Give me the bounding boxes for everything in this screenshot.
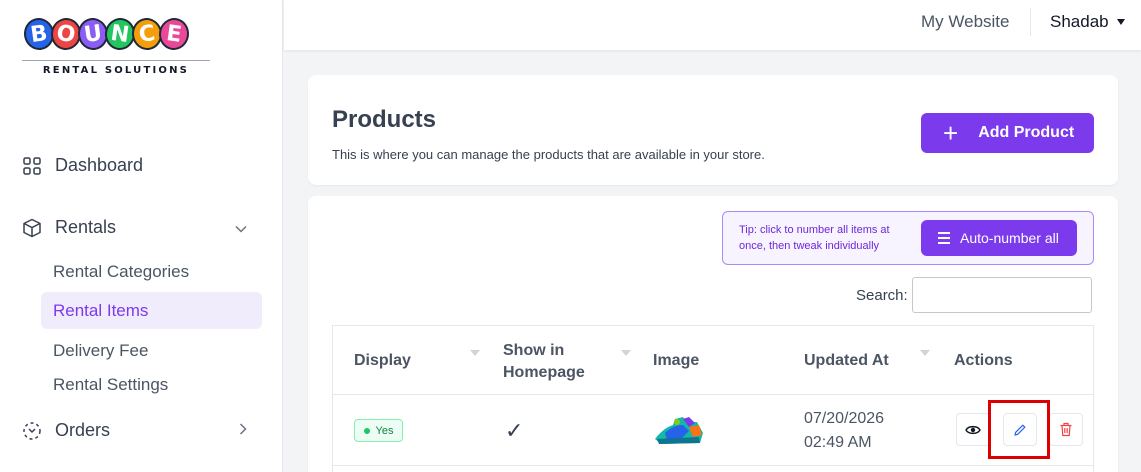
sidebar-item-label: Dashboard bbox=[55, 155, 144, 175]
display-status-badge[interactable]: Yes bbox=[354, 419, 403, 442]
logo-letter: E bbox=[156, 16, 192, 52]
my-website-link[interactable]: My Website bbox=[921, 12, 1010, 32]
sidebar-item-rentals[interactable]: Rentals bbox=[22, 217, 116, 238]
orders-icon bbox=[22, 421, 42, 441]
page-title: Products bbox=[332, 106, 437, 133]
updated-date: 07/20/2026 bbox=[804, 410, 885, 427]
sidebar-item-rental-categories[interactable]: Rental Categories bbox=[53, 262, 189, 282]
checkmark-icon: ✓ bbox=[505, 418, 524, 443]
column-header-actions: Actions bbox=[954, 352, 1013, 369]
search-input[interactable] bbox=[912, 277, 1092, 313]
column-header-image[interactable]: Image bbox=[653, 352, 699, 370]
tip-text: Tip: click to number all items at once, … bbox=[739, 224, 890, 252]
box-icon bbox=[22, 218, 42, 238]
sidebar-item-label: Orders bbox=[55, 420, 111, 440]
products-table bbox=[332, 325, 1094, 472]
column-header-show-in-homepage[interactable]: Show in Homepage bbox=[503, 340, 603, 384]
search-label: Search: bbox=[856, 287, 908, 304]
sort-icon[interactable] bbox=[920, 350, 930, 356]
header-divider bbox=[332, 394, 1094, 395]
logo-divider bbox=[22, 60, 210, 61]
view-icon bbox=[965, 425, 981, 434]
product-thumbnail bbox=[655, 417, 703, 444]
column-header-updated-at[interactable]: Updated At bbox=[804, 352, 889, 370]
grid-icon bbox=[22, 156, 42, 176]
list-icon bbox=[938, 232, 950, 244]
auto-number-button[interactable]: Auto-number all bbox=[921, 220, 1077, 256]
topbar-divider bbox=[1030, 8, 1031, 36]
plus-icon: + bbox=[943, 118, 959, 148]
user-menu[interactable]: Shadab bbox=[1050, 12, 1125, 32]
add-product-button[interactable]: + Add Product bbox=[921, 113, 1094, 153]
chevron-right-icon[interactable] bbox=[236, 422, 250, 436]
sidebar-item-delivery-fee[interactable]: Delivery Fee bbox=[53, 341, 148, 361]
sidebar-item-orders[interactable]: Orders bbox=[22, 420, 110, 441]
sidebar-item-label: Rentals bbox=[55, 217, 117, 237]
caret-down-icon bbox=[1116, 19, 1125, 25]
delete-button[interactable] bbox=[1049, 413, 1083, 446]
chevron-down-icon[interactable] bbox=[234, 222, 248, 236]
updated-time: 02:49 AM bbox=[804, 434, 872, 451]
sort-icon[interactable] bbox=[621, 350, 631, 356]
sidebar-item-dashboard[interactable]: Dashboard bbox=[22, 155, 143, 176]
sidebar-item-rental-settings[interactable]: Rental Settings bbox=[53, 375, 168, 395]
page-subtitle: This is where you can manage the product… bbox=[332, 147, 765, 162]
brand-logo[interactable]: BOUNCE RENTAL SOLUTIONS bbox=[21, 16, 210, 80]
logo-subtitle: RENTAL SOLUTIONS bbox=[42, 65, 190, 76]
user-name: Shadab bbox=[1050, 12, 1109, 31]
sort-icon[interactable] bbox=[470, 350, 480, 356]
edit-highlight-box bbox=[988, 400, 1050, 459]
view-button[interactable] bbox=[956, 413, 990, 446]
delete-icon bbox=[1060, 422, 1072, 437]
sidebar-item-rental-items[interactable]: Rental Items bbox=[53, 301, 148, 321]
column-header-display[interactable]: Display bbox=[354, 352, 411, 370]
logo-letters: BOUNCE bbox=[21, 16, 210, 52]
status-dot bbox=[363, 427, 370, 434]
add-product-label: Add Product bbox=[978, 124, 1075, 141]
display-status-text: Yes bbox=[375, 424, 394, 437]
updated-at-cell: 07/20/2026 02:49 AM bbox=[804, 407, 884, 455]
auto-number-label: Auto-number all bbox=[960, 230, 1059, 246]
top-bar bbox=[284, 0, 1141, 50]
row-divider bbox=[332, 465, 1094, 466]
